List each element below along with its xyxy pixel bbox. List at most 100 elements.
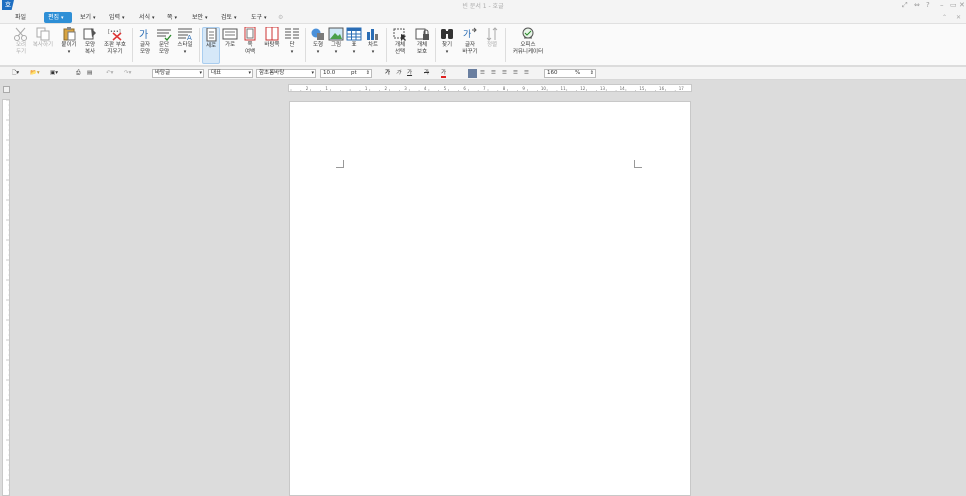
- format-painter-icon: [82, 27, 98, 41]
- horizontal-ruler[interactable]: 21123456789101112131415161718: [288, 84, 692, 92]
- font-size-input[interactable]: 10.0 pt ⇕: [320, 69, 372, 78]
- format-copy-button[interactable]: 모양 복사: [81, 27, 99, 56]
- redo-icon[interactable]: ↷▾: [124, 69, 131, 78]
- ribbon-close-icon[interactable]: ✕: [954, 12, 963, 23]
- cut-button[interactable]: 오려 두기: [12, 27, 30, 56]
- style-icon: A: [177, 27, 193, 42]
- object-protect-button[interactable]: 개체 보호: [412, 27, 432, 56]
- help-icon[interactable]: ?: [926, 0, 930, 10]
- align-distribute-icon[interactable]: ☰: [513, 69, 518, 78]
- align-justify-icon[interactable]: [468, 69, 477, 78]
- clear-format-button[interactable]: [•••] 조판 부호 지우기: [101, 27, 129, 56]
- align-split-icon[interactable]: ☰: [524, 69, 529, 78]
- menu-tools[interactable]: 도구 ▾: [249, 12, 269, 23]
- sort-icon: [484, 27, 500, 41]
- restore-icon[interactable]: ▭: [950, 0, 957, 10]
- replace-button[interactable]: 가 글자 바꾸기: [458, 27, 482, 56]
- column-button[interactable]: 단 ▾: [284, 27, 300, 56]
- ruler-label: 10: [541, 86, 547, 91]
- ruler-label: 1: [325, 86, 328, 91]
- background-page-button[interactable]: 바탕쪽: [261, 26, 283, 49]
- ruler-corner[interactable]: [3, 86, 10, 93]
- ruler-label: 9: [522, 86, 525, 91]
- object-select-icon: [392, 27, 408, 41]
- menu-file[interactable]: 파일: [13, 12, 28, 23]
- window-title: 빈 문서 1 - 호글: [462, 3, 504, 10]
- copy-button[interactable]: 복사하기: [31, 27, 55, 49]
- char-shape-icon: 가: [137, 27, 153, 41]
- ruler-label: 13: [600, 86, 606, 91]
- separator: [199, 28, 200, 62]
- separator: [305, 28, 306, 62]
- menu-bar: 파일 편집 ▾ 보기 ▾ 입력 ▾ 서식 ▾ 쪽 ▾ 보안 ▾ 검토 ▾ 도구 ▾ ⚙ ⌃ ✕: [0, 11, 966, 24]
- settings-icon[interactable]: ⚙: [276, 12, 285, 23]
- margin-icon: [242, 26, 258, 41]
- open-folder-icon[interactable]: 📂▾: [30, 69, 40, 78]
- align-left-icon[interactable]: ☰: [480, 69, 485, 78]
- menu-review[interactable]: 검토 ▾: [219, 12, 239, 23]
- style-select[interactable]: 바탕글 ▾: [152, 69, 204, 78]
- ruler-label: 5: [444, 86, 447, 91]
- table-icon: [346, 27, 362, 41]
- object-select-button[interactable]: 개체 선택: [390, 27, 410, 56]
- underline-button[interactable]: 가: [407, 69, 412, 78]
- strikethrough-button[interactable]: 가: [424, 69, 429, 78]
- close-icon[interactable]: ✕: [959, 0, 965, 10]
- landscape-button[interactable]: 가로: [222, 27, 238, 49]
- communicator-icon: [520, 27, 536, 41]
- picture-icon: [328, 27, 344, 41]
- find-button[interactable]: 찾기 ▾: [438, 27, 456, 56]
- shape-icon: [310, 27, 326, 41]
- preview-icon[interactable]: ▤: [87, 69, 92, 78]
- portrait-page-icon: [203, 27, 219, 42]
- ruler-label: 7: [483, 86, 486, 91]
- menu-edit[interactable]: 편집 ▾: [44, 12, 72, 23]
- picture-button[interactable]: 그림 ▾: [328, 27, 344, 56]
- crop-mark-top-left: [336, 160, 344, 168]
- ribbon-collapse-icon[interactable]: ⌃: [940, 12, 949, 23]
- options-icon[interactable]: ⇔: [914, 0, 920, 10]
- char-shape-button[interactable]: 가 글자 모양: [136, 27, 154, 56]
- bold-button[interactable]: 가: [385, 69, 390, 78]
- para-shape-button[interactable]: 문단 모양: [155, 27, 173, 56]
- minimize-icon[interactable]: –: [940, 0, 944, 10]
- menu-page[interactable]: 쪽 ▾: [165, 12, 179, 23]
- font-select[interactable]: 함초롬바탕 ▾: [256, 69, 316, 78]
- document-page[interactable]: [289, 101, 691, 496]
- crop-mark-top-right: [634, 160, 642, 168]
- separator: [386, 28, 387, 62]
- font-color-button[interactable]: 가: [441, 69, 447, 78]
- menu-security[interactable]: 보안 ▾: [190, 12, 210, 23]
- vertical-ruler[interactable]: [2, 99, 10, 496]
- ruler-label: 14: [620, 86, 626, 91]
- print-icon[interactable]: ⎙: [76, 69, 80, 78]
- fullscreen-icon[interactable]: ⤢: [902, 0, 908, 10]
- new-document-icon[interactable]: 🗋▾: [12, 69, 19, 78]
- save-icon[interactable]: ▣▾: [50, 69, 58, 78]
- menu-insert[interactable]: 입력 ▾: [107, 12, 127, 23]
- undo-icon[interactable]: ↶▾: [106, 69, 113, 78]
- portrait-button[interactable]: 세로: [202, 27, 220, 64]
- menu-format[interactable]: 서식 ▾: [137, 12, 157, 23]
- replace-icon: 가: [462, 27, 478, 41]
- menu-view[interactable]: 보기 ▾: [78, 12, 98, 23]
- font-group-select[interactable]: 대표 ▾: [208, 69, 253, 78]
- ruler-label: 2: [385, 86, 388, 91]
- align-right-icon[interactable]: ☰: [502, 69, 507, 78]
- office-communicator-button[interactable]: 오피스 커뮤니케이터: [510, 27, 546, 56]
- copy-icon: [35, 27, 51, 41]
- table-button[interactable]: 표 ▾: [346, 27, 362, 56]
- style-button[interactable]: A 스타일 ▾: [174, 27, 196, 56]
- margin-button[interactable]: 쪽 여백: [241, 26, 259, 56]
- zoom-input[interactable]: 160% ⇕: [544, 69, 596, 78]
- sort-button[interactable]: 정렬: [484, 27, 500, 49]
- background-page-icon: [264, 26, 280, 41]
- align-center-icon[interactable]: ☰: [491, 69, 496, 78]
- italic-button[interactable]: 가: [396, 69, 401, 78]
- separator: [505, 28, 506, 62]
- ruler-label: 6: [463, 86, 466, 91]
- ribbon-toolbar: 오려 두기 복사하기 붙이기 ▾ 모양 복사 [•••] 조판 부호 지우기 가 …: [0, 24, 966, 66]
- paste-button[interactable]: 붙이기 ▾: [58, 27, 80, 56]
- chart-button[interactable]: 차트 ▾: [364, 27, 382, 56]
- shape-button[interactable]: 도형 ▾: [309, 27, 327, 56]
